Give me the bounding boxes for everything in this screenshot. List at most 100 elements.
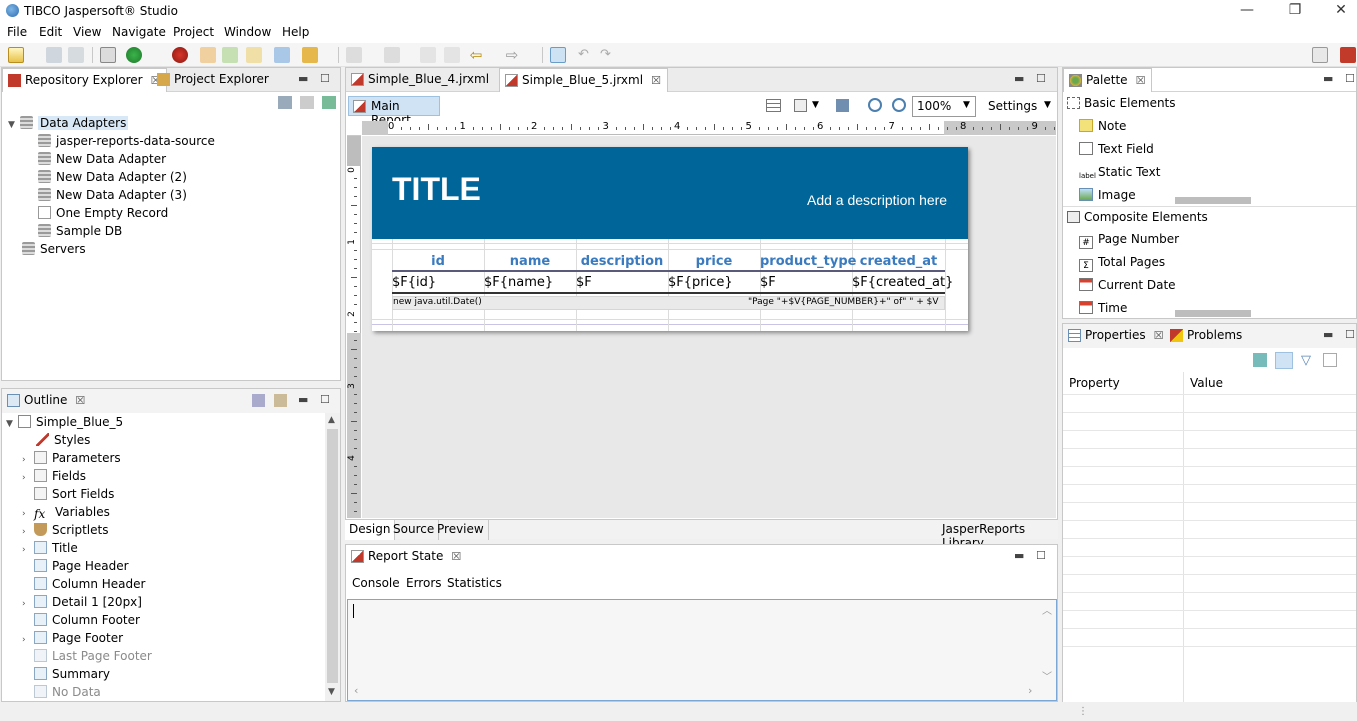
tab-outline[interactable]: Outline ☒ [2, 389, 91, 413]
header-id[interactable]: id [392, 254, 484, 269]
tree-item-adapter[interactable]: jasper-reports-data-source [8, 132, 338, 150]
header-created-at[interactable]: created_at [852, 254, 945, 269]
new-adapter-icon[interactable] [222, 47, 238, 63]
palette-total-pages[interactable]: Σ Total Pages [1079, 255, 1165, 272]
menu-view[interactable]: View [73, 25, 101, 39]
outline-item[interactable]: › Title [6, 539, 324, 557]
restore-button[interactable]: ❐ [1275, 2, 1315, 22]
wand-icon[interactable] [302, 47, 318, 63]
menu-help[interactable]: Help [282, 25, 309, 39]
tree-view-icon[interactable] [252, 394, 265, 407]
outline-item[interactable]: › Detail 1 [20px] [6, 593, 324, 611]
tab-palette[interactable]: Palette ☒ [1063, 68, 1153, 92]
report-description[interactable]: Add a description here [807, 192, 947, 208]
jaspersoft-perspective-icon[interactable] [1340, 47, 1356, 63]
console-textarea[interactable]: ︿ ﹀ ‹ › [347, 599, 1057, 701]
close-icon[interactable]: ☒ [651, 74, 661, 87]
zoom-in-icon[interactable] [868, 98, 882, 112]
chevron-right-icon[interactable]: › [22, 595, 34, 613]
main-report-tab[interactable]: Main Report [348, 96, 440, 127]
header-description[interactable]: description [576, 254, 668, 269]
minimize-button[interactable]: — [1227, 2, 1267, 22]
scroll-right-icon[interactable]: › [1028, 684, 1032, 697]
tab-simple-blue-5[interactable]: Simple_Blue_5.jrxml ☒ [499, 68, 668, 92]
outline-scrollbar[interactable]: ▲ ▼ [325, 413, 340, 701]
chevron-down-icon[interactable]: ▼ [963, 100, 970, 110]
chevron-down-icon[interactable]: ▼ [8, 116, 20, 134]
field-created-at[interactable]: $F{created_at} [852, 275, 953, 290]
maximize-icon[interactable]: ☐ [1036, 549, 1046, 562]
header-name[interactable]: name [484, 254, 576, 269]
outline-item[interactable]: › Parameters [6, 449, 324, 467]
outline-item[interactable]: Sort Fields [6, 485, 324, 503]
prev-annotation-icon[interactable] [384, 47, 400, 63]
thumbnail-icon[interactable] [274, 394, 287, 407]
palette-time[interactable]: Time [1079, 301, 1127, 315]
scroll-up-icon[interactable]: ▲ [328, 415, 335, 425]
tab-simple-blue-4[interactable]: Simple_Blue_4.jrxml [346, 68, 495, 92]
debug-icon[interactable] [172, 47, 188, 63]
palette-text-field[interactable]: Text Field [1079, 142, 1154, 156]
pin-editor-icon[interactable] [550, 47, 566, 63]
categories-icon[interactable] [1275, 352, 1293, 369]
tree-item-adapter[interactable]: New Data Adapter [8, 150, 338, 168]
publish-icon[interactable] [274, 47, 290, 63]
title-band[interactable]: TITLE Add a description here [372, 147, 968, 239]
tab-report-state[interactable]: Report State ☒ [346, 545, 467, 569]
field-product-type[interactable]: $F [760, 275, 776, 290]
undo-icon[interactable]: ↶ [578, 47, 594, 63]
tab-statistics[interactable]: Statistics [447, 576, 502, 590]
palette-image[interactable]: Image [1079, 188, 1136, 202]
outline-item[interactable]: › Scriptlets [6, 521, 324, 539]
outline-item-root[interactable]: ▼ Simple_Blue_5 [6, 413, 324, 431]
column-header-band[interactable]: id name description price product_type c… [392, 253, 945, 272]
filter-icon[interactable]: ▽ [1301, 353, 1315, 368]
outline-item[interactable]: › fx Variables [6, 503, 324, 521]
outline-item[interactable]: Last Page Footer [6, 647, 324, 665]
field-price[interactable]: $F{price} [668, 275, 733, 290]
settings-button[interactable]: Settings ▼ [982, 96, 1058, 117]
field-id[interactable]: $F{id} [392, 275, 436, 290]
edit-icon[interactable] [300, 96, 314, 109]
tab-console[interactable]: Console [352, 576, 400, 590]
tree-item-adapter[interactable]: New Data Adapter (3) [8, 186, 338, 204]
outline-item[interactable]: Page Header [6, 557, 324, 575]
outline-item[interactable]: › Fields [6, 467, 324, 485]
tree-item-adapter[interactable]: Sample DB [8, 222, 338, 240]
header-price[interactable]: price [668, 254, 760, 269]
scroll-left-icon[interactable]: ‹ [354, 684, 358, 697]
minimize-icon[interactable]: ▬ [1014, 72, 1024, 85]
minimize-icon[interactable]: ▬ [298, 72, 308, 85]
pin-icon[interactable] [1253, 353, 1267, 367]
maximize-icon[interactable]: ☐ [1345, 328, 1355, 341]
palette-page-number[interactable]: # Page Number [1079, 232, 1179, 249]
tab-problems[interactable]: Problems [1165, 324, 1248, 348]
header-product-type[interactable]: product_type [760, 254, 856, 269]
menu-navigate[interactable]: Navigate [112, 25, 166, 39]
perspective-icon[interactable] [1312, 47, 1328, 63]
palette-scroll-thumb[interactable] [1175, 310, 1251, 317]
tab-repository-explorer[interactable]: Repository Explorer ☒ [2, 68, 168, 92]
dropdown-icon[interactable]: ▼ [812, 100, 819, 110]
scroll-down-icon[interactable]: ▼ [328, 687, 335, 697]
new-icon[interactable] [8, 47, 24, 63]
chevron-right-icon[interactable]: › [22, 469, 34, 487]
basic-elements-header[interactable]: Basic Elements [1063, 93, 1356, 113]
chevron-down-icon[interactable]: ▼ [6, 415, 18, 433]
last-edit-icon[interactable] [420, 47, 436, 63]
outline-item[interactable]: No Data [6, 683, 324, 701]
add-adapter-icon[interactable] [322, 96, 336, 109]
tab-preview[interactable]: Preview [433, 520, 489, 540]
minimize-icon[interactable]: ▬ [1323, 72, 1333, 85]
tab-properties[interactable]: Properties ☒ [1063, 324, 1170, 348]
tree-item-adapter[interactable]: New Data Adapter (2) [8, 168, 338, 186]
scroll-up-icon[interactable]: ︿ [1042, 602, 1052, 617]
palette-static-text[interactable]: label Static Text [1079, 165, 1160, 183]
scroll-thumb[interactable] [327, 429, 338, 683]
minimize-icon[interactable]: ▬ [1323, 328, 1333, 341]
maximize-icon[interactable]: ☐ [320, 72, 330, 85]
close-icon[interactable]: ☒ [451, 550, 461, 563]
palette-scroll-thumb[interactable] [1175, 197, 1251, 204]
redo-icon[interactable]: ↷ [600, 47, 616, 63]
layout-icon[interactable] [766, 99, 781, 112]
